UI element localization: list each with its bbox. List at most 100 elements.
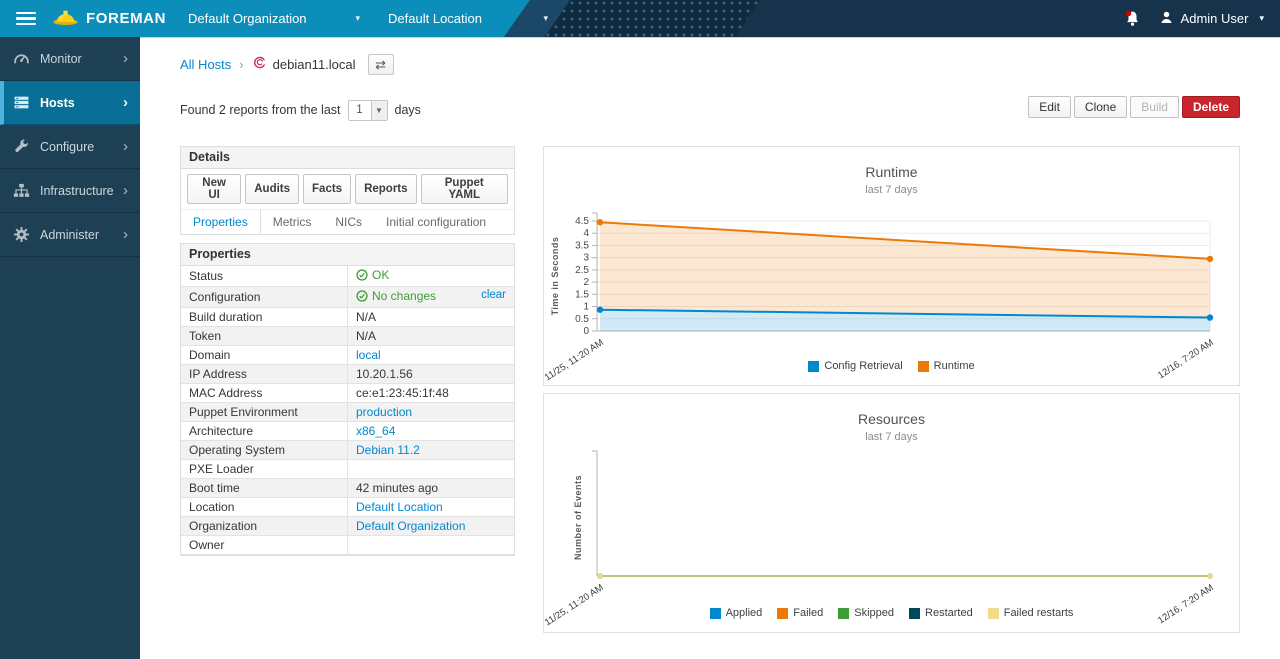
property-link[interactable]: x86_64	[356, 424, 395, 438]
property-row: Organization Default Organization	[181, 517, 514, 536]
foreman-brand[interactable]: FOREMAN	[52, 6, 166, 32]
property-label: PXE Loader	[181, 460, 348, 479]
breadcrumb-all-hosts-link[interactable]: All Hosts	[180, 57, 231, 72]
property-link[interactable]: production	[356, 405, 412, 419]
facts-button[interactable]: Facts	[303, 174, 351, 204]
reports-days-text: days	[395, 103, 421, 117]
user-menu[interactable]: Admin User ▾	[1159, 10, 1264, 28]
property-row: Domain local	[181, 346, 514, 365]
properties-table: StatusOKConfigurationNo changesclearBuil…	[181, 266, 514, 555]
property-link[interactable]: Default Location	[356, 500, 443, 514]
user-icon	[1159, 10, 1174, 28]
property-value[interactable]: Debian 11.2	[348, 441, 515, 460]
edit-button[interactable]: Edit	[1028, 96, 1071, 118]
property-label: Organization	[181, 517, 348, 536]
resources-chart-panel: Resources last 7 days 11/25, 11:20 AM12/…	[543, 393, 1240, 633]
clone-button[interactable]: Clone	[1074, 96, 1127, 118]
clear-link[interactable]: clear	[481, 289, 506, 301]
server-icon	[13, 94, 30, 111]
property-row: Puppet Environment production	[181, 403, 514, 422]
sidebar-item-label: Configure	[40, 140, 94, 154]
svg-text:2: 2	[583, 277, 589, 288]
legend-label: Failed	[793, 607, 823, 619]
wrench-icon	[13, 138, 30, 155]
property-value[interactable]: production	[348, 403, 515, 422]
location-label: Default Location	[388, 11, 482, 26]
property-value: OK	[348, 266, 515, 287]
location-menu[interactable]: Default Location ▾	[388, 11, 548, 26]
property-link[interactable]: Default Organization	[356, 519, 465, 533]
property-row: StatusOK	[181, 266, 514, 287]
sidebar-item-administer[interactable]: Administer ›	[0, 213, 140, 257]
host-details-column: Details New UI Audits Facts Reports Pupp…	[180, 146, 515, 556]
property-row: Owner	[181, 536, 514, 555]
tab-properties[interactable]: Properties	[181, 210, 261, 234]
legend-label: Skipped	[854, 607, 894, 619]
days-select[interactable]: 1 ▼	[348, 100, 388, 121]
reports-button[interactable]: Reports	[355, 174, 416, 204]
svg-text:12/16, 7:20 AM: 12/16, 7:20 AM	[1156, 582, 1216, 626]
legend-swatch	[988, 608, 999, 619]
sidebar-item-label: Hosts	[40, 96, 75, 110]
legend-item[interactable]: Runtime	[918, 360, 975, 372]
property-value[interactable]: Default Organization	[348, 517, 515, 536]
sidebar-item-hosts[interactable]: Hosts ›	[0, 81, 140, 125]
caret-down-icon: ▾	[356, 13, 361, 24]
caret-down-icon: ▾	[1259, 13, 1264, 24]
legend-swatch	[838, 608, 849, 619]
legend-item[interactable]: Failed	[777, 607, 823, 619]
tab-metrics[interactable]: Metrics	[261, 210, 324, 234]
svg-text:0.5: 0.5	[575, 314, 589, 325]
property-row: Build durationN/A	[181, 308, 514, 327]
tab-initial-configuration[interactable]: Initial configuration	[374, 210, 498, 234]
sidebar-item-monitor[interactable]: Monitor ›	[0, 37, 140, 81]
audits-button[interactable]: Audits	[245, 174, 299, 204]
property-value[interactable]: local	[348, 346, 515, 365]
user-name: Admin User	[1181, 11, 1249, 26]
foreman-host-page: FOREMAN Default Organization ▾ Default L…	[0, 0, 1280, 659]
legend-label: Runtime	[934, 360, 975, 372]
property-value[interactable]: Default Location	[348, 498, 515, 517]
property-value[interactable]: x86_64	[348, 422, 515, 441]
property-label: Puppet Environment	[181, 403, 348, 422]
gauge-icon	[13, 50, 30, 67]
breadcrumb: All Hosts › debian11.local ⇄	[180, 52, 1240, 76]
delete-button[interactable]: Delete	[1182, 96, 1240, 118]
property-label: Configuration	[181, 287, 348, 308]
legend-label: Restarted	[925, 607, 973, 619]
property-label: IP Address	[181, 365, 348, 384]
hamburger-menu-icon[interactable]	[16, 12, 36, 26]
sidebar-item-configure[interactable]: Configure ›	[0, 125, 140, 169]
tab-nics[interactable]: NICs	[323, 210, 374, 234]
svg-text:Time in Seconds: Time in Seconds	[550, 237, 560, 316]
property-label: Boot time	[181, 479, 348, 498]
main-content: All Hosts › debian11.local ⇄ Found 2 rep…	[140, 37, 1280, 659]
svg-text:2.5: 2.5	[575, 265, 589, 276]
legend-item[interactable]: Restarted	[909, 607, 973, 619]
resources-chart: 11/25, 11:20 AM12/16, 7:20 AMNumber of E…	[544, 394, 1241, 634]
property-value: No changesclear	[348, 287, 515, 308]
legend-item[interactable]: Skipped	[838, 607, 894, 619]
legend-item[interactable]: Applied	[710, 607, 763, 619]
property-link[interactable]: local	[356, 348, 381, 362]
notifications-bell-icon[interactable]	[1124, 10, 1141, 28]
svg-text:11/25, 11:20 AM: 11/25, 11:20 AM	[544, 582, 606, 628]
legend-item[interactable]: Failed restarts	[988, 607, 1074, 619]
legend-swatch	[777, 608, 788, 619]
sidebar-item-infrastructure[interactable]: Infrastructure ›	[0, 169, 140, 213]
notification-badge	[1125, 10, 1131, 16]
property-label: Token	[181, 327, 348, 346]
property-row: LocationDefault Location	[181, 498, 514, 517]
legend-item[interactable]: Config Retrieval	[808, 360, 902, 372]
puppet-yaml-button[interactable]: Puppet YAML	[421, 174, 508, 204]
details-panel-title: Details	[181, 147, 514, 169]
build-button: Build	[1130, 96, 1179, 118]
svg-text:3: 3	[583, 253, 589, 264]
property-link[interactable]: Debian 11.2	[356, 443, 420, 457]
new-ui-button[interactable]: New UI	[187, 174, 241, 204]
organization-menu[interactable]: Default Organization ▾	[188, 11, 360, 26]
property-label: Domain	[181, 346, 348, 365]
property-label: Status	[181, 266, 348, 287]
host-switcher-button[interactable]: ⇄	[368, 54, 394, 75]
chevron-right-icon: ›	[123, 227, 128, 242]
